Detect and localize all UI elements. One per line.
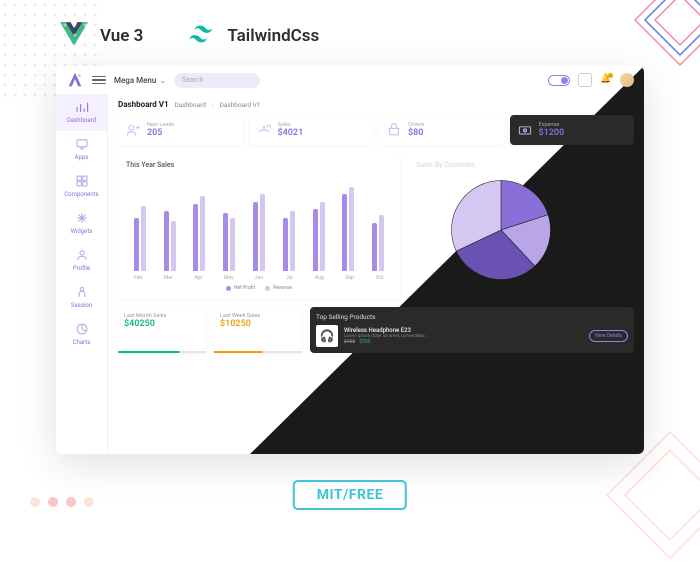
tailwind-label: TailwindCss (227, 26, 319, 46)
apps-grid-icon[interactable] (578, 73, 592, 87)
breadcrumb: Dashboard V1 Dashboard | Dashboard V1 (118, 100, 634, 109)
session-icon (75, 285, 89, 299)
sidebar-item-session[interactable]: Session (56, 279, 107, 316)
bar-chart-xaxis: FebMarAprMayJunJulAugSepOct (126, 275, 392, 281)
vue-label: Vue 3 (100, 26, 143, 46)
stat-expense: Expense$1200 (510, 115, 635, 145)
bar-chart-card: This Year Sales FebMarAprMayJunJulAugSep… (118, 153, 400, 299)
avatar[interactable] (620, 73, 634, 87)
top-products-card: Top Selling Products 🎧 Wireless Headphon… (310, 307, 634, 353)
topbar: Mega Menu Search (56, 66, 644, 94)
decoration-dots-bl (30, 497, 94, 507)
search-input[interactable]: Search (174, 73, 260, 88)
profile-icon (75, 248, 89, 262)
pie-chart (446, 175, 556, 285)
sales-icon (255, 121, 273, 139)
product-image: 🎧 (316, 325, 338, 347)
pie-chart-title: Sales By Countries (416, 161, 634, 169)
bar-chart-legend: Net Profit Revenue (126, 285, 392, 291)
stat-new-leads: New Leads205 (118, 115, 243, 145)
dashboard-preview: Mega Menu Search Dashboard Apps Componen… (56, 66, 644, 454)
view-details-button[interactable]: View Details (589, 330, 628, 342)
mini-last-week: Last Week Sales$10250 (214, 307, 302, 353)
expense-icon (516, 121, 534, 139)
framework-logos: Vue 3 TailwindCss (0, 0, 700, 64)
components-icon (75, 174, 89, 188)
leads-icon (124, 121, 142, 139)
mega-menu-dropdown[interactable]: Mega Menu (114, 76, 166, 85)
bar-chart (126, 175, 392, 271)
sidebar-item-charts[interactable]: Charts (56, 316, 107, 353)
mini-last-month: Last Month Sales$40250 (118, 307, 206, 353)
bar-chart-title: This Year Sales (126, 161, 392, 169)
license-badge: MIT/FREE (293, 480, 407, 510)
sidebar-item-components[interactable]: Components (56, 168, 107, 205)
stat-orders: Orders$80 (379, 115, 504, 145)
hamburger-icon[interactable] (92, 73, 106, 87)
orders-icon (385, 121, 403, 139)
pie-chart-card: Sales By Countries (408, 153, 634, 299)
sidebar-item-dashboard[interactable]: Dashboard (56, 94, 107, 131)
apps-icon (75, 137, 89, 151)
sidebar-item-profile[interactable]: Profile (56, 242, 107, 279)
theme-toggle[interactable] (548, 75, 570, 86)
widgets-icon (75, 211, 89, 225)
page-title: Dashboard V1 (118, 100, 169, 109)
stats-row: New Leads205 Sales$4021 Orders$80 Expens… (118, 115, 634, 145)
brand-logo-icon (66, 71, 84, 89)
vue-icon (60, 22, 88, 50)
stat-sales: Sales$4021 (249, 115, 374, 145)
tailwind-icon (189, 25, 217, 47)
charts-icon (75, 322, 89, 336)
main-content: Dashboard V1 Dashboard | Dashboard V1 Ne… (108, 94, 644, 454)
notifications-icon[interactable] (600, 74, 612, 86)
dashboard-icon (75, 100, 89, 114)
sidebar-item-widgets[interactable]: Widgets (56, 205, 107, 242)
sidebar-item-apps[interactable]: Apps (56, 131, 107, 168)
sidebar: Dashboard Apps Components Widgets Profil… (56, 94, 108, 454)
product-name: Wireless Headphone E23 (344, 327, 583, 334)
